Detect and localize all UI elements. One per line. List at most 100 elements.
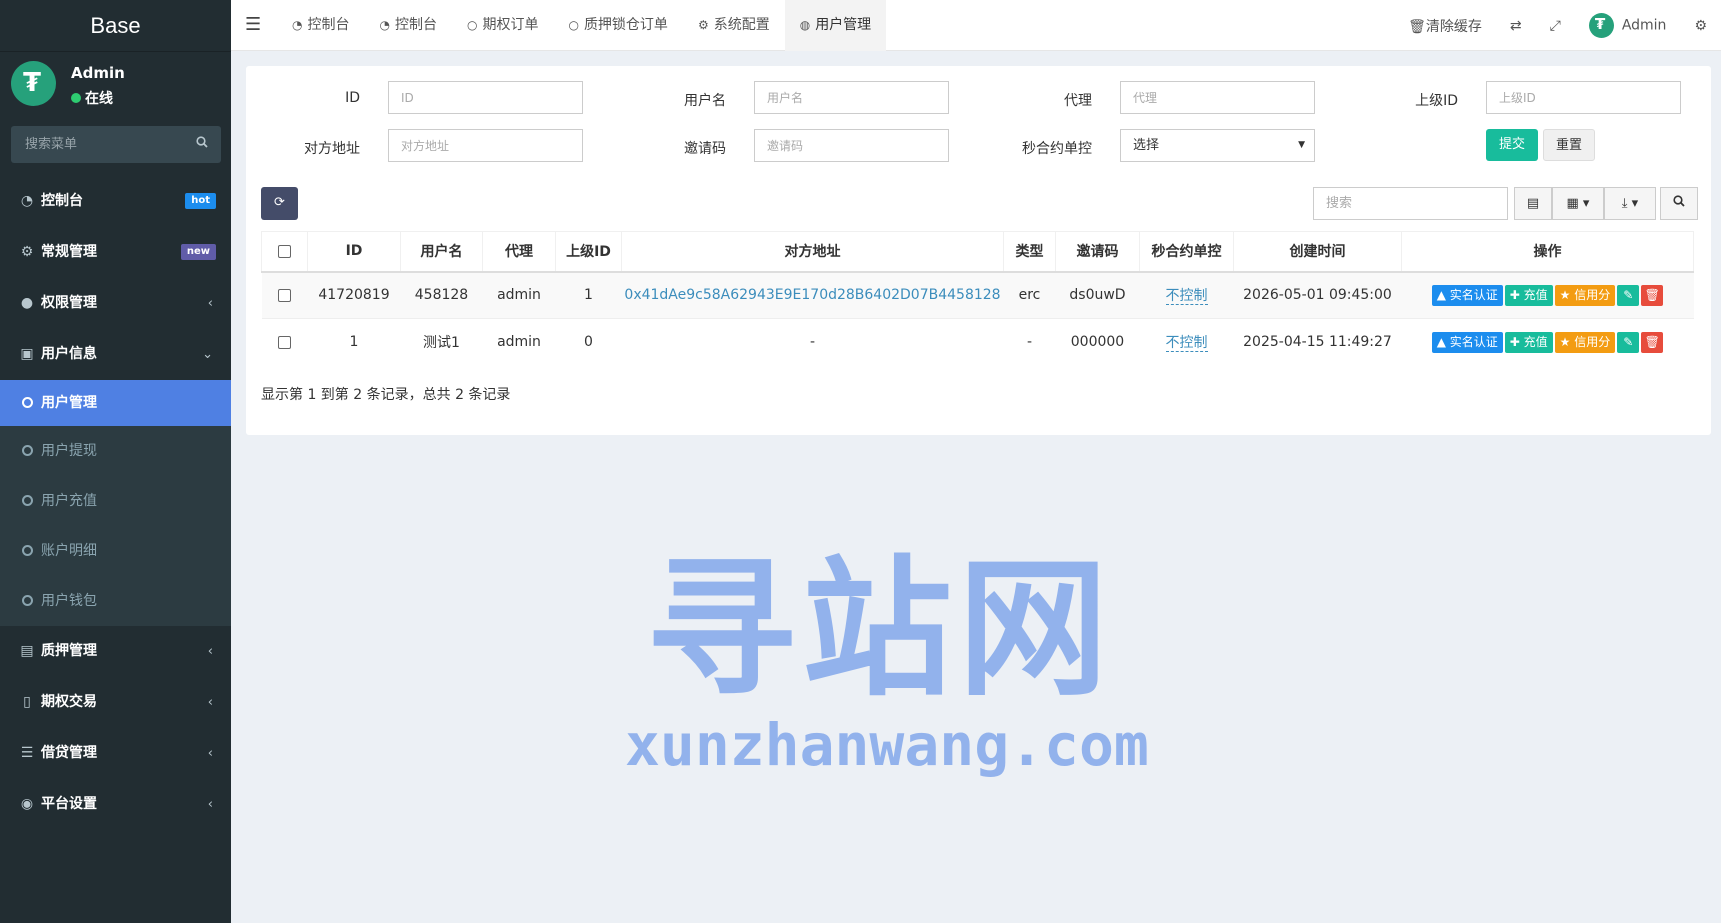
edit-button[interactable]: ✎ (1617, 284, 1640, 306)
gear-icon: ⚙ (697, 18, 709, 32)
submit-button[interactable]: 提交 (1486, 129, 1538, 161)
col-username[interactable]: 用户名 (400, 231, 483, 273)
chevron-left-icon: ‹ (207, 644, 213, 659)
agent-input[interactable] (1120, 81, 1315, 114)
user-icon: ▲ (1436, 287, 1450, 302)
user-status: 在线 (71, 88, 113, 108)
sidebar-search (11, 126, 221, 163)
parent-id-input[interactable] (1486, 81, 1681, 114)
user-table: ID 用户名 代理 上级ID 对方地址 类型 邀请码 秒合约单控 创建时间 操作… (261, 231, 1694, 366)
user-info-submenu: 用户管理 用户提现 用户充值 账户明细 用户钱包 (0, 380, 231, 626)
settings-gear-icon[interactable]: ⚙ (1680, 18, 1721, 34)
sidebar-item-pledge[interactable]: ▤ 质押管理 ‹ (0, 626, 231, 677)
cell-agent: admin (482, 271, 556, 319)
delete-button[interactable]: 🗑 (1641, 331, 1664, 353)
tab-option-orders[interactable]: ○ 期权订单 (452, 0, 553, 51)
refresh-button[interactable]: ⟳ (261, 187, 298, 220)
cell-actions: ▲ 实名认证 ✚ 充值 ★ 信用分 ✎ 🗑 (1401, 318, 1694, 366)
col-invite-code[interactable]: 邀请码 (1055, 231, 1140, 273)
credit-score-button[interactable]: ★ 信用分 (1554, 331, 1616, 353)
control-toggle-link[interactable]: 不控制 (1165, 335, 1208, 353)
col-agent[interactable]: 代理 (482, 231, 556, 273)
filter-id-label: ID (345, 90, 360, 106)
chevron-left-icon: ‹ (207, 296, 213, 311)
sidebar-item-user-withdraw[interactable]: 用户提现 (0, 426, 231, 476)
col-id[interactable]: ID (307, 231, 401, 273)
file-icon: ▯ (23, 694, 31, 710)
avatar: ₮ (11, 61, 56, 106)
col-created[interactable]: 创建时间 (1233, 231, 1402, 273)
language-icon[interactable]: ⇄ (1496, 18, 1536, 34)
sidebar-item-user-recharge[interactable]: 用户充值 (0, 476, 231, 526)
address-link[interactable]: 0x41dAe9c58A62943E9E170d28B6402D07B44581… (624, 287, 1000, 303)
edit-button[interactable]: ✎ (1617, 331, 1640, 353)
avatar: ₮ (1588, 13, 1614, 38)
export-button[interactable]: ⤓ ▾ (1604, 187, 1656, 220)
cell-username: 测试1 (400, 318, 483, 366)
tab-dashboard-2[interactable]: ◔ 控制台 (364, 0, 451, 51)
username-input[interactable] (754, 81, 949, 114)
real-name-button[interactable]: ▲ 实名认证 (1431, 331, 1503, 353)
admin-menu[interactable]: ₮ Admin (1575, 13, 1681, 38)
online-dot-icon (71, 93, 81, 103)
control-toggle-link[interactable]: 不控制 (1165, 288, 1208, 306)
address-input[interactable] (388, 129, 583, 162)
reset-button[interactable]: 重置 (1543, 129, 1595, 161)
tab-pledge-orders[interactable]: ○ 质押锁仓订单 (553, 0, 682, 51)
sidebar-item-platform[interactable]: ◉ 平台设置 ‹ (0, 779, 231, 830)
recharge-button[interactable]: ✚ 充值 (1504, 284, 1553, 306)
recharge-button[interactable]: ✚ 充值 (1504, 331, 1553, 353)
tab-system-config[interactable]: ⚙ 系统配置 (683, 0, 785, 51)
row-checkbox[interactable] (278, 288, 291, 302)
sidebar-item-options[interactable]: ▯ 期权交易 ‹ (0, 677, 231, 728)
control-select[interactable]: 选择 ▼ (1120, 129, 1315, 162)
delete-button[interactable]: 🗑 (1641, 284, 1664, 306)
sidebar-item-loan[interactable]: ☰ 借贷管理 ‹ (0, 728, 231, 779)
sidebar-item-user-management[interactable]: 用户管理 (0, 380, 231, 426)
col-parent-id[interactable]: 上级ID (555, 231, 622, 273)
chevron-down-icon: ⌄ (202, 347, 213, 362)
col-type[interactable]: 类型 (1003, 231, 1056, 273)
clear-cache-button[interactable]: 🗑清除缓存 (1394, 16, 1496, 36)
row-checkbox-cell[interactable] (261, 271, 308, 319)
dashboard-icon: ◔ (292, 18, 303, 32)
col-control[interactable]: 秒合约单控 (1139, 231, 1234, 273)
sidebar: Base ₮ Admin 在线 ◔控制台 hot ⚙常规管理 new ●权限管理… (0, 0, 231, 923)
sidebar-item-dashboard[interactable]: ◔ 控制台 hot (0, 176, 231, 227)
invite-code-input[interactable] (754, 129, 949, 162)
filter-address-label: 对方地址 (304, 141, 360, 157)
sidebar-item-permission[interactable]: ● 权限管理 ‹ (0, 278, 231, 329)
columns-button[interactable]: ▦ ▾ (1552, 187, 1604, 220)
content-panel: ID 用户名 代理 上级ID 对方地址 邀请码 秒合约单控 选择▼ 提交 重置 … (246, 66, 1711, 435)
row-checkbox[interactable] (278, 335, 291, 349)
hot-badge: hot (185, 193, 216, 209)
real-name-button[interactable]: ▲ 实名认证 (1431, 284, 1503, 306)
list-icon: ☰ (20, 745, 34, 761)
sidebar-item-account-detail[interactable]: 账户明细 (0, 526, 231, 576)
select-all-checkbox[interactable] (278, 244, 291, 258)
sidebar-item-general[interactable]: ⚙ 常规管理 new (0, 227, 231, 278)
search-icon[interactable] (196, 136, 208, 152)
col-address[interactable]: 对方地址 (621, 231, 1004, 273)
menu-toggle-icon[interactable]: ☰ (245, 14, 261, 35)
table-search-input[interactable] (1313, 187, 1508, 220)
cell-type: - (1003, 318, 1056, 366)
table-row: 1 测试1 admin 0 - - 000000 不控制 2025-04-15 … (261, 318, 1694, 366)
pencil-icon: ✎ (1623, 334, 1634, 349)
tab-user-management[interactable]: ◍ 用户管理 (784, 0, 887, 51)
plus-icon: ✚ (1509, 334, 1524, 349)
chevron-left-icon: ‹ (207, 746, 213, 761)
brand-logo[interactable]: Base (0, 0, 231, 52)
id-input[interactable] (388, 81, 583, 114)
fullscreen-icon[interactable]: ⤢ (1536, 18, 1575, 34)
row-checkbox-cell[interactable] (261, 318, 308, 366)
credit-score-button[interactable]: ★ 信用分 (1554, 284, 1616, 306)
sidebar-search-input[interactable] (11, 126, 191, 163)
dashboard-icon: ◔ (20, 193, 34, 209)
advanced-search-button[interactable] (1660, 187, 1698, 220)
toggle-view-button[interactable]: ▤ (1514, 187, 1552, 220)
sidebar-item-user-info[interactable]: ▣ 用户信息 ⌄ (0, 329, 231, 380)
tab-dashboard[interactable]: ◔ 控制台 (277, 0, 364, 51)
select-all-checkbox-cell[interactable] (261, 231, 308, 273)
sidebar-item-user-wallet[interactable]: 用户钱包 (0, 576, 231, 626)
